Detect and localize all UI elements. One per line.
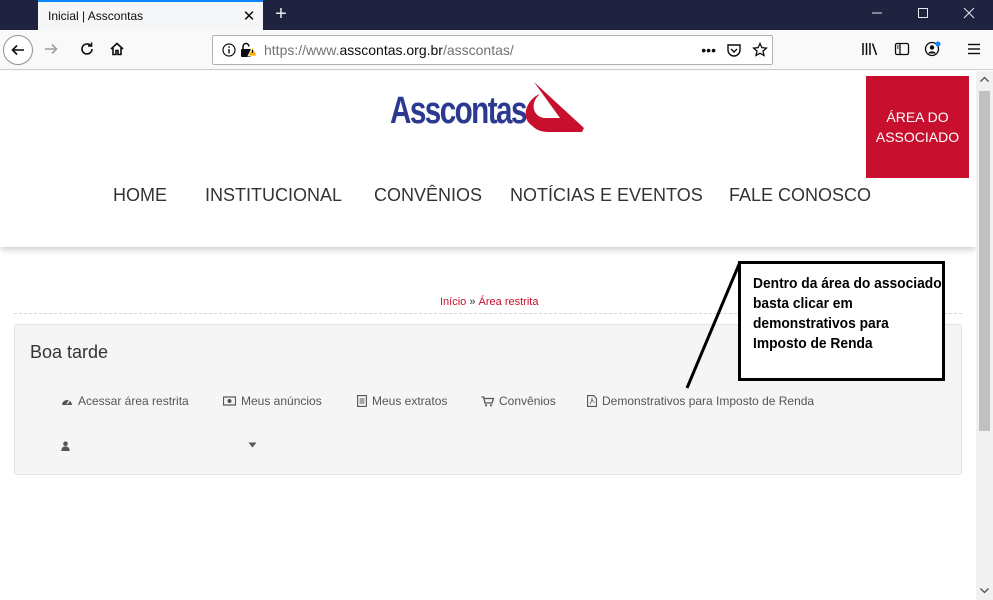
menu-item-home[interactable]: HOME — [113, 185, 167, 206]
chevron-down-icon — [980, 588, 989, 594]
breadcrumb-current[interactable]: Área restrita — [479, 296, 539, 308]
account-button[interactable] — [918, 34, 948, 64]
sidebar-icon — [894, 42, 910, 56]
my-ads-link[interactable]: Meus anúncios — [223, 394, 322, 408]
logo-text: Asscontas — [390, 89, 527, 132]
url-path: /asscontas/ — [442, 42, 514, 58]
tax-statements-label: Demonstrativos para Imposto de Renda — [602, 394, 815, 408]
forward-icon — [45, 43, 58, 55]
menu-icon — [968, 43, 980, 55]
pdf-file-icon — [587, 395, 597, 407]
my-ads-label: Meus anúncios — [241, 394, 322, 408]
scroll-down-button[interactable] — [976, 583, 993, 600]
home-button[interactable] — [102, 34, 132, 64]
callout-text: Dentro da área do associado basta clicar… — [753, 275, 942, 352]
tab-close-icon[interactable]: ✕ — [235, 7, 263, 25]
url-host: asscontas.org.br — [339, 42, 443, 58]
close-window-icon — [963, 7, 975, 19]
back-button[interactable] — [3, 35, 33, 65]
dashboard-icon — [62, 399, 72, 405]
reload-icon — [81, 42, 93, 55]
account-icon — [924, 41, 941, 57]
browser-tab[interactable]: Inicial | Asscontas ✕ — [38, 0, 263, 30]
restricted-area-link[interactable]: Acessar área restrita — [61, 394, 189, 408]
browser-titlebar: Inicial | Asscontas ✕ + — [0, 0, 993, 30]
page-scrollbar[interactable] — [976, 71, 993, 600]
breadcrumb-home-link[interactable]: Início — [440, 296, 466, 308]
main-menu: HOME INSTITUCIONAL CONVÊNIOS NOTÍCIAS E … — [0, 185, 976, 209]
new-tab-button[interactable]: + — [268, 2, 294, 28]
maximize-button[interactable] — [900, 0, 946, 30]
restricted-area-label: Acessar área restrita — [78, 394, 189, 408]
greeting: Boa tarde — [30, 342, 109, 362]
document-icon — [357, 395, 367, 407]
my-statements-label: Meus extratos — [372, 394, 448, 408]
logo-mark-icon — [525, 82, 584, 132]
library-button[interactable] — [855, 34, 885, 64]
url-bar[interactable]: https://www.asscontas.org.br/asscontas/ … — [212, 35, 773, 65]
chevron-up-icon — [980, 76, 989, 82]
site-header: Asscontas ÁREA DO ASSOCIADO HOME INSTITU… — [0, 71, 976, 247]
reload-button[interactable] — [72, 34, 102, 64]
back-icon — [11, 44, 24, 56]
library-icon — [862, 43, 878, 56]
user-icon — [61, 441, 70, 451]
caret-down-icon[interactable] — [248, 442, 257, 448]
menu-item-convenios[interactable]: CONVÊNIOS — [374, 185, 482, 206]
menu-button[interactable] — [959, 34, 989, 64]
associate-area-button[interactable]: ÁREA DO ASSOCIADO — [866, 76, 969, 178]
agreements-link[interactable]: Convênios — [481, 394, 556, 408]
close-window-button[interactable] — [946, 0, 992, 30]
menu-item-institucional[interactable]: INSTITUCIONAL — [205, 185, 342, 206]
breadcrumb: Início » Área restrita — [440, 296, 538, 308]
minimize-button[interactable] — [854, 0, 900, 30]
instruction-callout: Dentro da área do associado basta clicar… — [738, 261, 945, 381]
cart-icon — [481, 395, 494, 406]
url-actions: ••• — [701, 36, 768, 64]
my-statements-link[interactable]: Meus extratos — [357, 394, 447, 408]
bookmark-star-icon[interactable] — [752, 42, 768, 58]
maximize-icon — [918, 8, 928, 18]
scroll-up-button[interactable] — [976, 71, 993, 88]
browser-toolbar: https://www.asscontas.org.br/asscontas/ … — [0, 30, 993, 70]
url-prefix: https://www. — [264, 42, 340, 58]
page-actions-button[interactable]: ••• — [701, 42, 716, 58]
pocket-icon[interactable] — [726, 42, 742, 58]
forward-button[interactable] — [36, 34, 66, 64]
site-logo[interactable]: Asscontas — [390, 76, 584, 146]
tab-title: Inicial | Asscontas — [48, 9, 144, 23]
menu-item-fale-conosco[interactable]: FALE CONOSCO — [729, 185, 871, 206]
home-icon — [110, 42, 124, 56]
breadcrumb-separator: » — [469, 296, 476, 308]
url-text[interactable]: https://www.asscontas.org.br/asscontas/ — [264, 42, 514, 58]
scroll-thumb[interactable] — [979, 91, 990, 431]
menu-item-noticias[interactable]: NOTÍCIAS E EVENTOS — [510, 185, 703, 206]
minimize-icon — [872, 12, 882, 14]
tax-statements-link[interactable]: Demonstrativos para Imposto de Renda — [587, 394, 814, 408]
sidebar-button[interactable] — [887, 34, 917, 64]
info-icon[interactable] — [222, 43, 236, 57]
insecure-lock-icon[interactable] — [240, 42, 258, 58]
ads-icon — [223, 396, 236, 406]
agreements-label: Convênios — [499, 394, 556, 408]
